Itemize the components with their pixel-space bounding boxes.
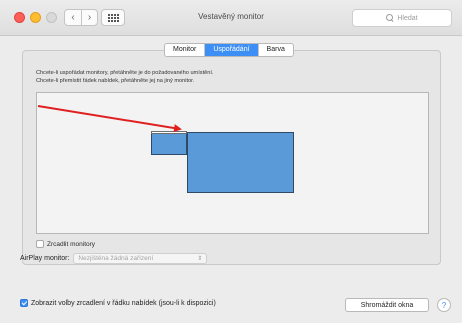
gather-windows-button[interactable]: Shromáždit okna	[345, 298, 429, 312]
airplay-row: AirPlay monitor: Nezjištěna žádná zaříze…	[20, 253, 208, 264]
airplay-label: AirPlay monitor:	[20, 255, 70, 262]
airplay-select[interactable]: Nezjištěna žádná zařízení ⇕	[73, 253, 208, 264]
mirror-displays-checkbox[interactable]	[36, 240, 44, 248]
mirror-displays-label: Zrcadlit monitory	[47, 240, 96, 248]
tab-bar: Monitor Uspořádání Barva	[164, 43, 294, 57]
tab-color[interactable]: Barva	[257, 44, 293, 56]
help-button[interactable]: ?	[437, 298, 451, 312]
mirror-displays-row: Zrcadlit monitory	[36, 240, 95, 248]
show-mirroring-row: Zobrazit volby zrcadlení v řádku nabídek…	[20, 299, 216, 307]
show-mirroring-label: Zobrazit volby zrcadlení v řádku nabídek…	[31, 299, 216, 307]
airplay-selected-value: Nezjištěna žádná zařízení	[78, 255, 154, 262]
tab-arrangement[interactable]: Uspořádání	[204, 44, 258, 56]
show-mirroring-checkbox[interactable]	[20, 299, 28, 307]
updown-arrows-icon: ⇕	[197, 256, 203, 262]
preferences-window: ‹ › Vestavěný monitor Hledat Monitor Usp…	[0, 0, 462, 323]
tab-monitor[interactable]: Monitor	[165, 44, 204, 56]
